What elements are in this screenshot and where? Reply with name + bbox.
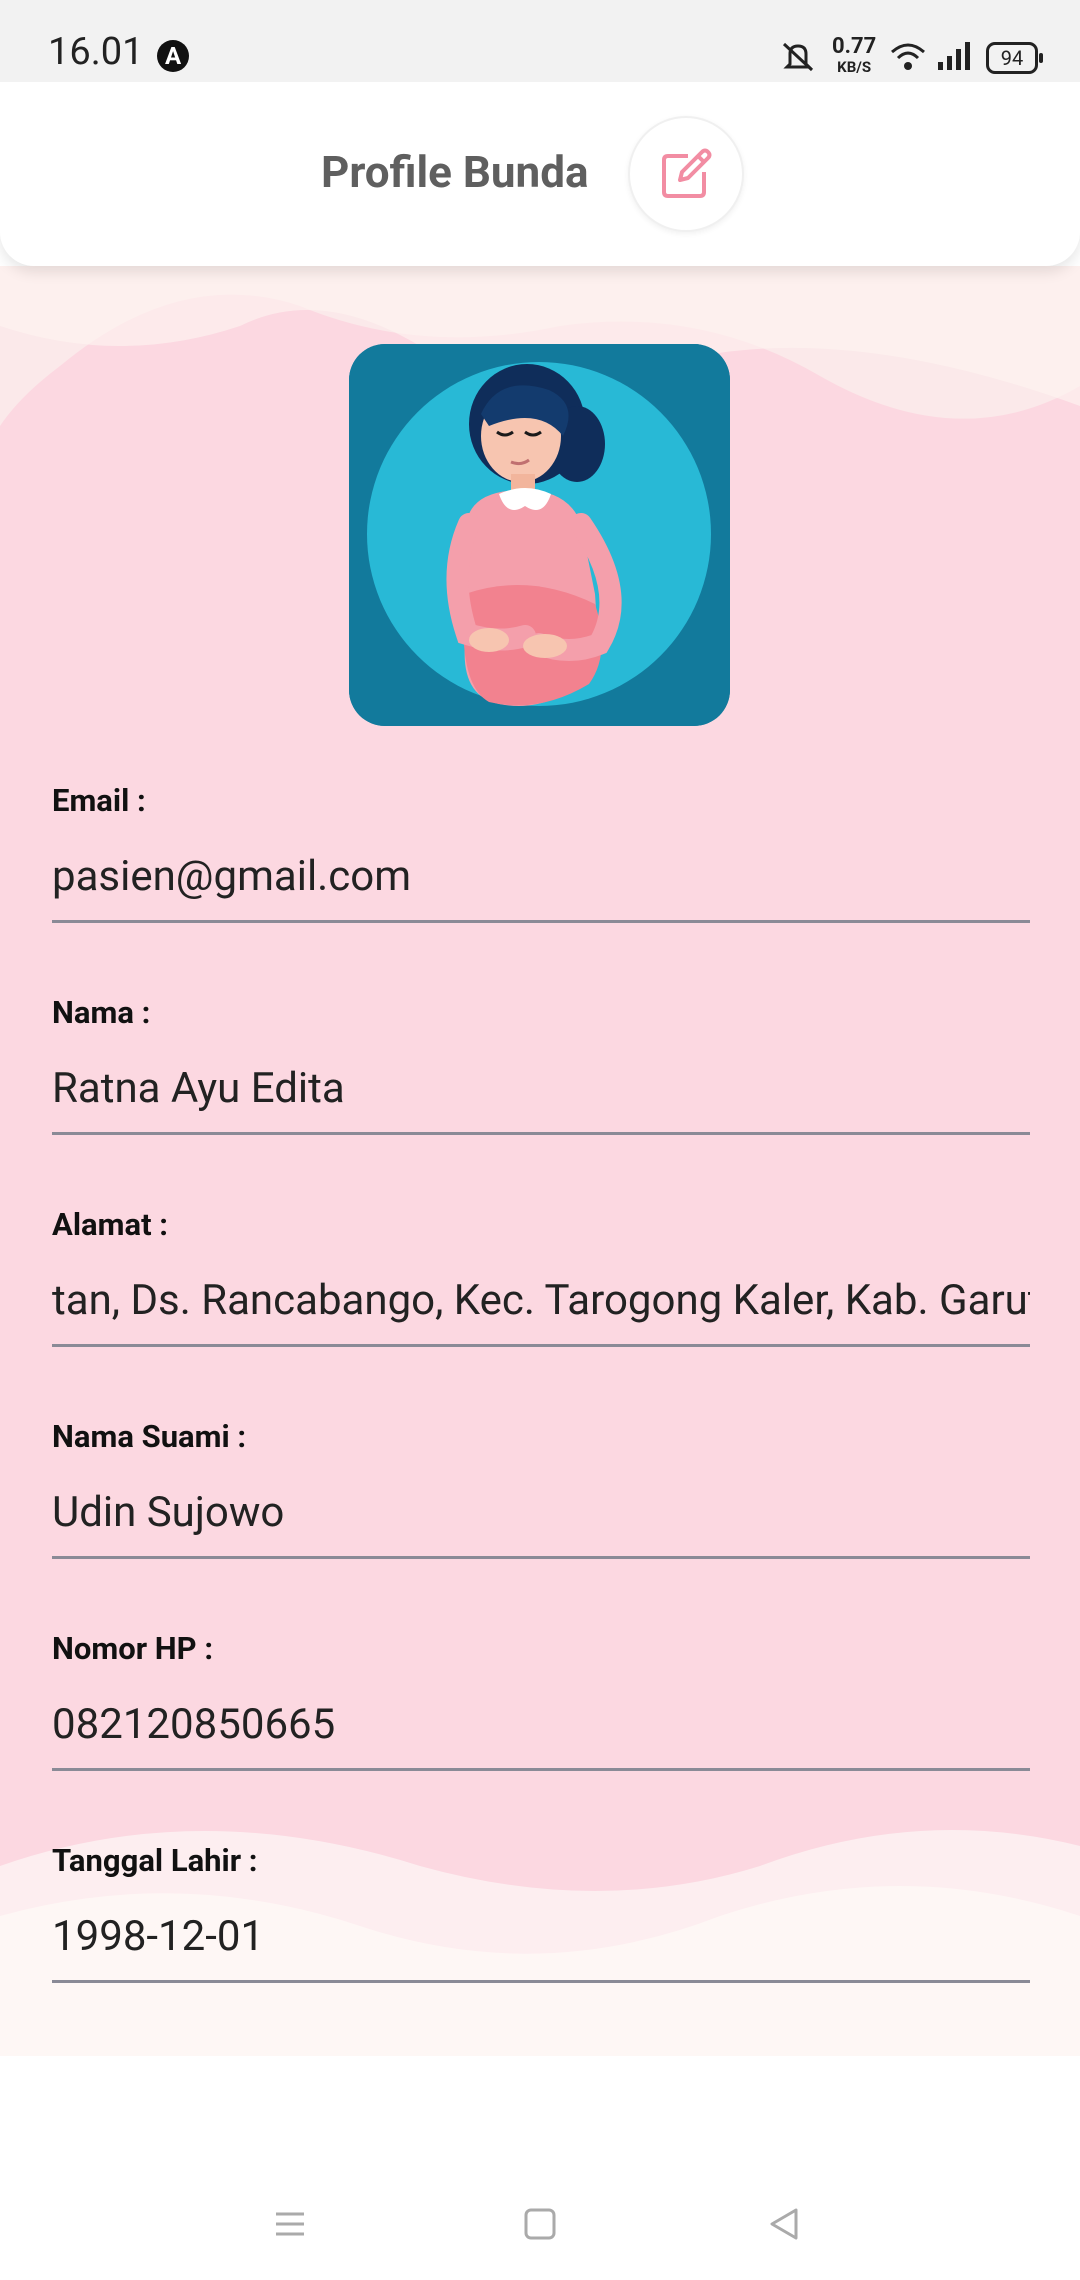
phone-value[interactable]: 082120850665 bbox=[52, 1700, 1030, 1756]
address-field: Alamat : tan, Ds. Rancabango, Kec. Tarog… bbox=[52, 1206, 1030, 1347]
email-value[interactable]: pasien@gmail.com bbox=[52, 852, 1030, 908]
birthdate-label: Tanggal Lahir : bbox=[52, 1842, 258, 1879]
email-field: Email : pasien@gmail.com bbox=[52, 782, 1030, 923]
email-label: Email : bbox=[52, 782, 146, 819]
status-time: 16.01 bbox=[48, 30, 144, 74]
signal-icon bbox=[938, 42, 970, 70]
page-title: Profile Bunda bbox=[321, 146, 589, 198]
network-speed: 0.77 KB/S bbox=[832, 34, 877, 77]
birthdate-underline bbox=[52, 1980, 1030, 1983]
birthdate-field: Tanggal Lahir : 1998-12-01 bbox=[52, 1842, 1030, 1983]
phone-underline bbox=[52, 1768, 1030, 1771]
name-label: Nama : bbox=[52, 994, 151, 1031]
status-bar: 16.01 A 0.77 KB/S 94 bbox=[0, 0, 1080, 82]
husband-name-label: Nama Suami : bbox=[52, 1418, 247, 1455]
email-underline bbox=[52, 920, 1030, 923]
battery-indicator: 94 bbox=[986, 42, 1043, 74]
profile-avatar bbox=[349, 344, 730, 726]
name-underline bbox=[52, 1132, 1030, 1135]
husband-name-value[interactable]: Udin Sujowo bbox=[52, 1488, 1030, 1544]
birthdate-value[interactable]: 1998-12-01 bbox=[52, 1912, 1030, 1968]
name-field: Nama : Ratna Ayu Edita bbox=[52, 994, 1030, 1135]
mute-vibrate-icon bbox=[782, 42, 814, 72]
husband-name-field: Nama Suami : Udin Sujowo bbox=[52, 1418, 1030, 1559]
address-underline bbox=[52, 1344, 1030, 1347]
address-label: Alamat : bbox=[52, 1206, 168, 1243]
app-header: Profile Bunda bbox=[0, 82, 1080, 266]
name-value[interactable]: Ratna Ayu Edita bbox=[52, 1064, 1030, 1120]
phone-label: Nomor HP : bbox=[52, 1630, 214, 1667]
menu-icon[interactable] bbox=[272, 2206, 308, 2242]
husband-name-underline bbox=[52, 1556, 1030, 1559]
system-navigation-bar bbox=[0, 2170, 1080, 2280]
back-icon[interactable] bbox=[766, 2206, 802, 2242]
pregnant-mother-illustration bbox=[349, 344, 730, 726]
edit-profile-button[interactable] bbox=[628, 116, 744, 232]
home-icon[interactable] bbox=[522, 2206, 558, 2242]
wifi-icon bbox=[891, 43, 925, 70]
edit-icon bbox=[662, 148, 712, 198]
address-value[interactable]: tan, Ds. Rancabango, Kec. Tarogong Kaler… bbox=[52, 1276, 1030, 1332]
phone-field: Nomor HP : 082120850665 bbox=[52, 1630, 1030, 1771]
app-notification-icon: A bbox=[157, 40, 189, 72]
